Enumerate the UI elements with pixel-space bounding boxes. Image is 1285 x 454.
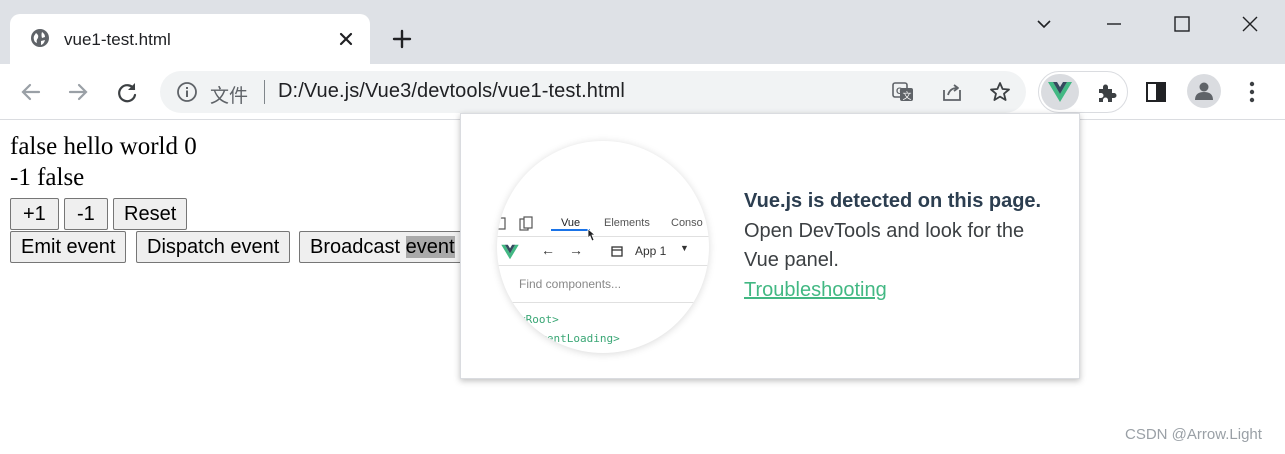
browser-window: vue1-test.html 文件 D:/Vue.js/Vue3/devtool… [0,0,1285,454]
address-bar[interactable]: 文件 D:/Vue.js/Vue3/devtools/vue1-test.htm… [160,71,1026,113]
preview-search-placeholder: Find components... [519,277,622,291]
broadcast-event-button[interactable]: Broadcast event [299,231,466,263]
preview-code-line-1: <Root> [519,313,559,326]
preview-app-icon [611,246,623,257]
preview-code-line-2: <EventLoading> [527,332,620,345]
popup-title: Vue.js is detected on this page. [744,190,1042,212]
inspect-cursor-icon [497,217,506,230]
decrement-button[interactable]: -1 [64,198,108,230]
tab-active[interactable]: vue1-test.html [10,14,370,64]
minimize-icon[interactable] [1102,12,1126,36]
back-arrow-icon[interactable] [17,78,45,106]
new-tab-icon[interactable] [390,27,414,51]
person-icon [1195,82,1213,100]
popup-message: Vue.js is detected on this page. Open De… [744,187,1064,305]
maximize-icon[interactable] [1170,12,1194,36]
reload-icon[interactable] [113,78,141,106]
close-icon[interactable] [336,29,356,49]
translate-icon[interactable]: G 文 [891,80,915,104]
preview-app-select: App 1 [635,244,667,258]
vue-devtools-extension-button[interactable] [1041,74,1079,110]
profile-avatar[interactable] [1187,74,1221,108]
vue-detected-popup: Vue Elements Conso ← → App 1 ▼ Find comp… [460,113,1080,379]
preview-back-icon: ← [541,242,555,258]
devtools-preview-image: Vue Elements Conso ← → App 1 ▼ Find comp… [497,141,709,353]
preview-tab-elements: Elements [604,217,650,229]
emit-event-button[interactable]: Emit event [10,231,127,263]
info-icon[interactable] [176,81,198,103]
watermark: CSDN @Arrow.Light [1125,426,1262,443]
forward-arrow-icon[interactable] [64,78,92,106]
extensions-group [1038,71,1128,113]
vue-logo-icon [1048,82,1072,102]
extensions-puzzle-icon[interactable] [1095,81,1119,105]
reset-button[interactable]: Reset [113,198,188,230]
window-close-icon[interactable] [1238,12,1262,36]
state-line-1: false hello world 0 [10,133,197,160]
preview-toolbar: ← → App 1 ▼ [497,238,709,266]
broadcast-label: Broadcast [310,236,406,258]
browser-toolbar: 文件 D:/Vue.js/Vue3/devtools/vue1-test.htm… [0,64,1285,120]
share-icon[interactable] [940,80,964,104]
device-toggle-icon [519,216,533,231]
preview-tab-bar: Vue Elements Conso [497,211,709,242]
globe-icon [31,29,49,47]
preview-tab-console: Conso [671,217,703,229]
bookmark-star-icon[interactable] [988,80,1012,104]
broadcast-label-highlight: event [405,236,455,258]
preview-vue-logo-icon [501,244,519,260]
tab-search-chevron-icon[interactable] [1032,12,1056,36]
popup-body: Open DevTools and look for the Vue panel… [744,219,1025,272]
url-text[interactable]: D:/Vue.js/Vue3/devtools/vue1-test.html [278,80,625,103]
tab-title: vue1-test.html [64,30,171,49]
increment-button[interactable]: +1 [10,198,59,230]
preview-search-row: Find components... [497,267,709,303]
state-line-2: -1 false [10,164,85,191]
preview-dropdown-icon: ▼ [680,243,689,253]
troubleshooting-link[interactable]: Troubleshooting [744,276,1064,306]
tab-strip: vue1-test.html [0,0,1285,64]
preview-forward-icon: → [569,242,583,258]
url-separator [264,80,265,104]
more-menu-icon[interactable] [1238,78,1266,106]
url-scheme-label: 文件 [210,86,249,107]
side-panel-icon[interactable] [1142,78,1170,106]
dispatch-event-button[interactable]: Dispatch event [136,231,291,263]
svg-text:文: 文 [903,90,912,101]
